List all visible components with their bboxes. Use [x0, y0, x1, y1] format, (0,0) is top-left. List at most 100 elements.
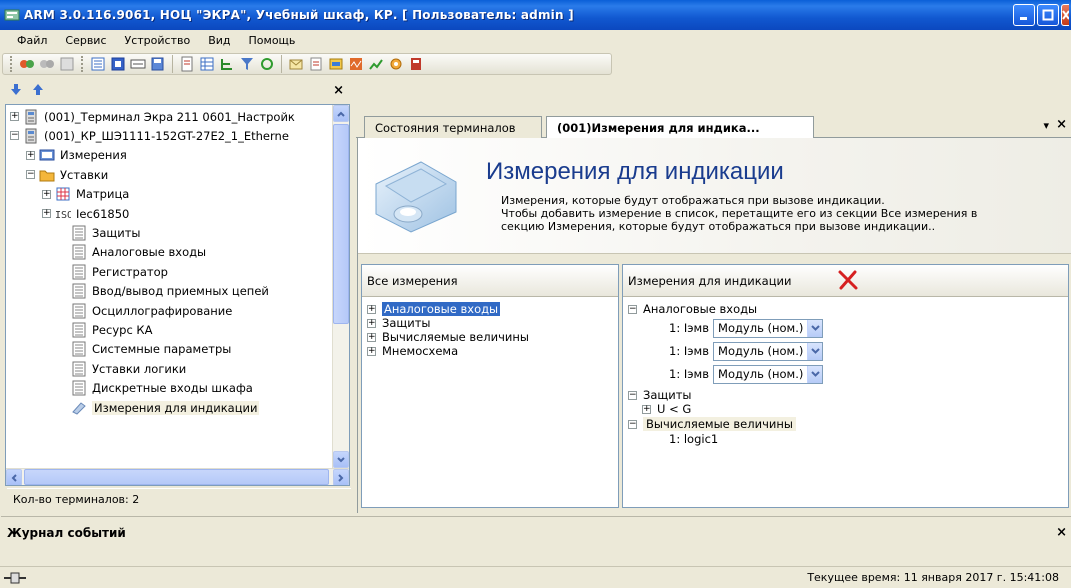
- edit-button[interactable]: [307, 55, 325, 73]
- tree-item[interactable]: − Уставки: [26, 165, 108, 184]
- tree-item-label: Iec61850: [76, 206, 130, 221]
- maximize-button[interactable]: [1037, 4, 1059, 26]
- tree-item[interactable]: Аналоговые входы: [58, 243, 206, 262]
- refresh-button[interactable]: [258, 55, 276, 73]
- sheet-icon: [71, 341, 87, 357]
- mode-select[interactable]: Модуль (ном.): [713, 341, 824, 361]
- analog-name: 1: Iэмв: [669, 367, 710, 381]
- dropdown-button[interactable]: [807, 365, 823, 383]
- mode-select[interactable]: Модуль (ном.): [713, 364, 824, 384]
- calc-item[interactable]: 1: logic1: [669, 431, 718, 447]
- tab-close-button[interactable]: ×: [1056, 117, 1067, 132]
- calc-item-label: 1: logic1: [669, 432, 719, 446]
- all-measurements-panel: Все измерения + Аналоговые входы + Защиты …: [361, 264, 619, 508]
- mail-button[interactable]: [287, 55, 305, 73]
- report-button[interactable]: [178, 55, 196, 73]
- chevron-down-icon: [811, 325, 820, 331]
- close-window-button[interactable]: [1061, 4, 1069, 26]
- tree-item[interactable]: + (001)_Терминал Экра 211 0601_Настройк: [10, 107, 295, 126]
- expand-icon[interactable]: +: [26, 150, 35, 160]
- menu-help[interactable]: Помощь: [240, 34, 305, 47]
- tree-item[interactable]: Дискретные входы шкафа: [58, 379, 253, 398]
- events-close-button[interactable]: ×: [1056, 525, 1067, 540]
- dropdown-button[interactable]: [807, 319, 823, 337]
- tree-item[interactable]: − (001)_КР_ШЭ1111-152GT-27E2_1_Etherne: [10, 126, 289, 145]
- terminals-panel-close-button[interactable]: ×: [333, 83, 344, 98]
- tab-indication-measurements[interactable]: (001)Измерения для индика...: [546, 116, 814, 139]
- move-up-button[interactable]: [31, 83, 45, 100]
- select-button[interactable]: [109, 55, 127, 73]
- tree-horizontal-scrollbar[interactable]: [6, 468, 349, 485]
- expand-icon[interactable]: +: [10, 112, 19, 121]
- group-analog[interactable]: − Аналоговые входы: [628, 301, 757, 317]
- expand-icon[interactable]: +: [367, 332, 376, 342]
- dropdown-button[interactable]: [807, 342, 823, 360]
- group-calculated[interactable]: − Вычисляемые величины: [628, 416, 796, 432]
- tree-item[interactable]: Системные параметры: [58, 340, 231, 359]
- archive-icon: [329, 58, 343, 70]
- tree-vertical-scrollbar[interactable]: [332, 105, 349, 468]
- expand-icon[interactable]: +: [642, 404, 651, 414]
- scroll-left-button[interactable]: [6, 469, 22, 485]
- menu-service[interactable]: Сервис: [56, 34, 115, 47]
- expand-icon[interactable]: +: [42, 189, 51, 199]
- oscillogram-button[interactable]: [347, 55, 365, 73]
- move-down-button[interactable]: [9, 83, 23, 100]
- expand-icon[interactable]: +: [367, 346, 376, 356]
- tree-item[interactable]: Защиты: [58, 223, 141, 242]
- expand-icon[interactable]: +: [367, 318, 376, 328]
- tree-item[interactable]: Регистратор: [58, 262, 168, 281]
- refresh-icon: [261, 58, 273, 70]
- tab-list-dropdown[interactable]: ▾: [1043, 119, 1049, 132]
- menu-view[interactable]: Вид: [199, 34, 239, 47]
- collapse-icon[interactable]: −: [628, 419, 637, 429]
- oscillogram-icon: [350, 58, 362, 70]
- tree-item[interactable]: Ввод/вывод приемных цепей: [58, 282, 269, 301]
- filter-button[interactable]: [238, 55, 256, 73]
- tree-item[interactable]: + Матрица: [42, 185, 129, 204]
- list-button[interactable]: [89, 55, 107, 73]
- tree-item[interactable]: Уставки логики: [58, 359, 186, 378]
- collapse-icon[interactable]: −: [10, 131, 19, 141]
- terminals-tree[interactable]: + (001)_Терминал Экра 211 0601_Настройк − (…: [5, 104, 350, 486]
- scroll-thumb[interactable]: [333, 124, 349, 324]
- tree-item[interactable]: + Измерения: [26, 146, 127, 165]
- mode-select[interactable]: Модуль (ном.): [713, 318, 824, 338]
- save-dropdown-button[interactable]: [149, 55, 167, 73]
- disconnect-button[interactable]: [38, 55, 56, 73]
- tree-item[interactable]: Ресурс КА: [58, 320, 152, 339]
- protection-item[interactable]: + U < G: [642, 401, 691, 417]
- collapse-icon[interactable]: −: [628, 390, 637, 400]
- tree-item[interactable]: Измерения для индикации: [58, 398, 260, 417]
- all-item-mnemo[interactable]: + Мнемосхема: [367, 343, 458, 359]
- status-bar: Текущее время: 11 января 2017 г. 15:41:0…: [0, 566, 1071, 588]
- tree-item[interactable]: Осциллографирование: [58, 301, 232, 320]
- archive-button[interactable]: [327, 55, 345, 73]
- terminals-panel-header: ×: [1, 78, 352, 104]
- table-button[interactable]: [198, 55, 216, 73]
- chart-button[interactable]: [367, 55, 385, 73]
- expand-icon[interactable]: +: [42, 209, 51, 218]
- collapse-icon[interactable]: −: [26, 170, 35, 180]
- delete-measurement-button[interactable]: [837, 269, 859, 294]
- tree-button[interactable]: [218, 55, 236, 73]
- minimize-button[interactable]: [1013, 4, 1035, 26]
- connect-button[interactable]: [18, 55, 36, 73]
- toolbar-grip[interactable]: [10, 56, 13, 72]
- menu-file[interactable]: Файл: [8, 34, 56, 47]
- grid-button[interactable]: [58, 55, 76, 73]
- collapse-icon[interactable]: −: [628, 304, 637, 314]
- menu-device[interactable]: Устройство: [116, 34, 200, 47]
- network-button[interactable]: [129, 55, 147, 73]
- scroll-right-button[interactable]: [333, 469, 349, 485]
- book-button[interactable]: [407, 55, 425, 73]
- tree-item[interactable]: + ISO Iec61850: [42, 204, 129, 223]
- scroll-up-button[interactable]: [333, 105, 349, 122]
- scroll-down-button[interactable]: [333, 451, 349, 468]
- menu-bar: Файл Сервис Устройство Вид Помощь: [0, 30, 1071, 51]
- toolbar-grip-2[interactable]: [81, 56, 84, 72]
- expand-icon[interactable]: +: [367, 304, 376, 314]
- horizontal-scroll-thumb[interactable]: [24, 469, 329, 485]
- tab-terminal-states[interactable]: Состояния терминалов: [364, 116, 542, 138]
- settings-button[interactable]: [387, 55, 405, 73]
